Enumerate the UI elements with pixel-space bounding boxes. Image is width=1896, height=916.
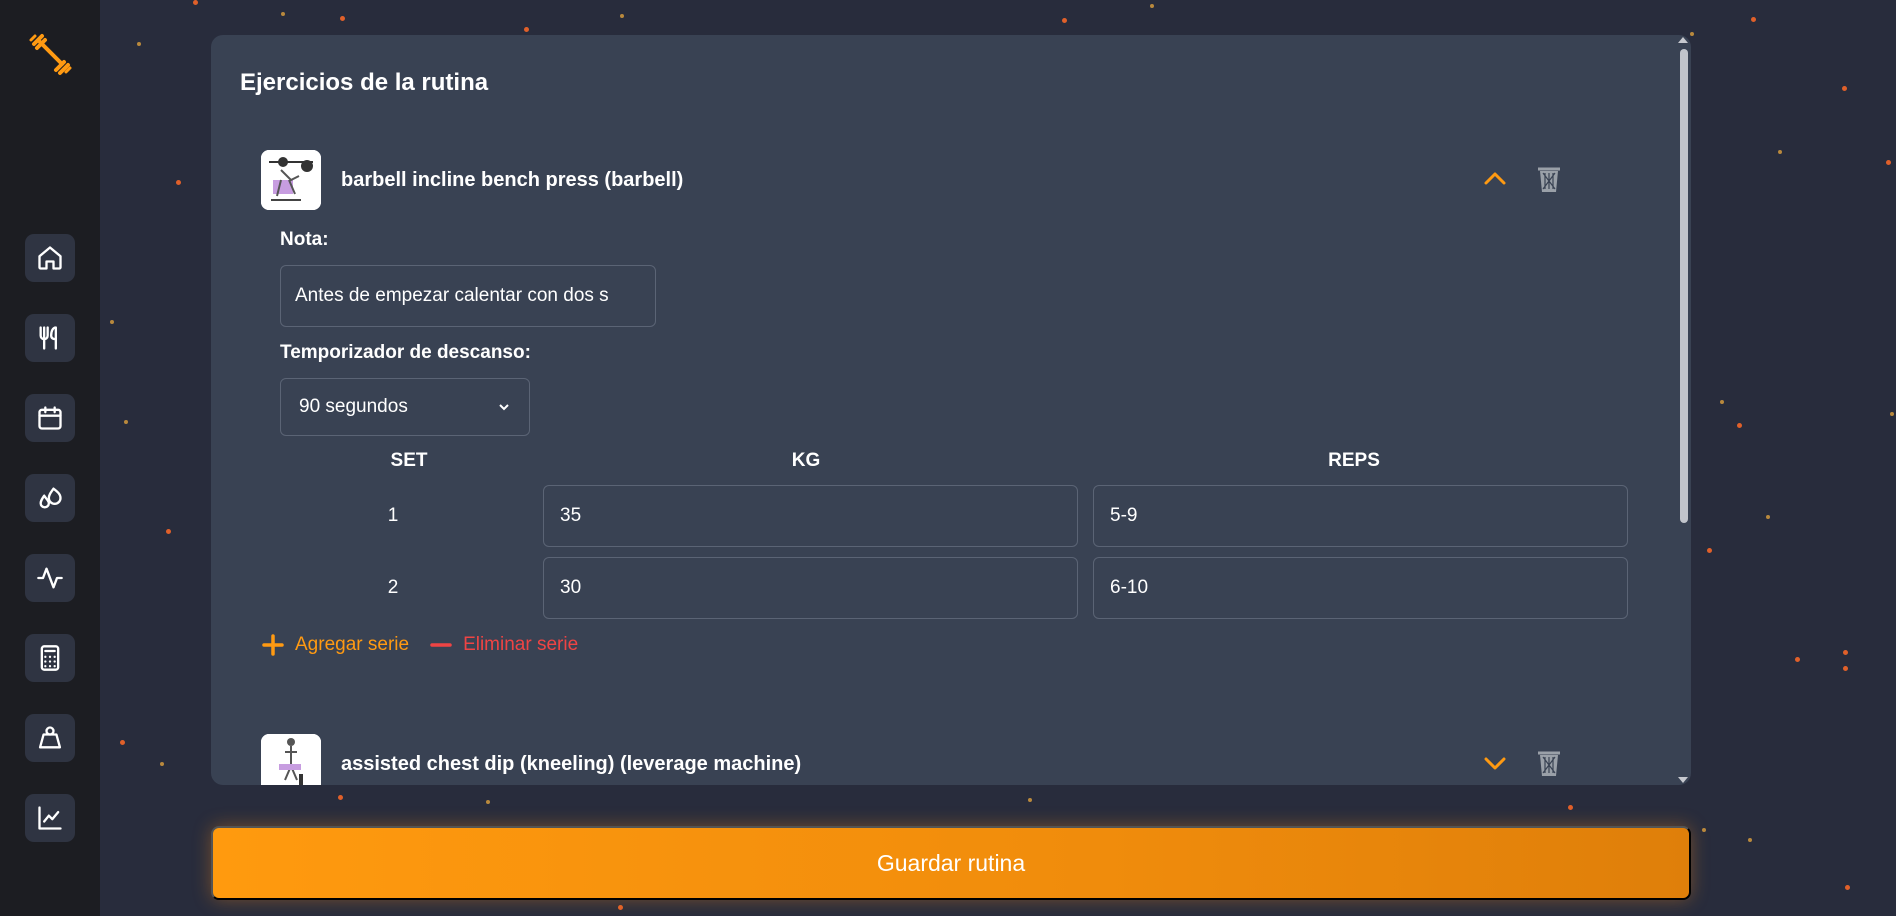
scroll-down-arrow-icon[interactable] — [1678, 777, 1688, 783]
kg-input[interactable]: 30 — [543, 557, 1078, 619]
exercise-thumbnail — [261, 150, 321, 210]
plus-icon — [262, 634, 284, 656]
calendar-icon — [38, 406, 62, 430]
panel-title: Ejercicios de la rutina — [240, 69, 489, 96]
sidebar-nav — [25, 234, 75, 842]
column-header-kg: KG — [791, 450, 821, 471]
sidebar-item-hydration[interactable] — [25, 474, 75, 522]
fork-knife-icon — [39, 326, 57, 350]
series-actions: Agregar serie Eliminar serie — [261, 633, 578, 657]
chevron-down-icon[interactable] — [1481, 749, 1509, 777]
rest-timer-select[interactable]: 90 segundos — [280, 378, 530, 436]
sidebar-item-progress[interactable] — [25, 794, 75, 842]
sidebar-item-weight[interactable] — [25, 714, 75, 762]
droplets-icon — [39, 487, 62, 509]
exercise-thumbnail — [261, 734, 321, 785]
weight-icon — [38, 726, 62, 749]
panel-scrollbar[interactable] — [1677, 35, 1691, 785]
add-set-label: Agregar serie — [295, 634, 410, 655]
minus-icon — [430, 643, 452, 647]
rest-timer-label: Temporizador de descanso: — [280, 342, 531, 363]
save-routine-button[interactable]: Guardar rutina — [211, 826, 1691, 900]
scroll-up-arrow-icon[interactable] — [1678, 37, 1688, 43]
line-chart-icon — [38, 806, 62, 830]
sidebar-item-activity[interactable] — [25, 554, 75, 602]
note-label: Nota: — [280, 229, 329, 250]
chevron-down-icon — [499, 404, 509, 411]
rest-timer-value: 90 segundos — [299, 396, 408, 417]
sidebar-item-calculator[interactable] — [25, 634, 75, 682]
routine-exercises-panel[interactable]: Ejercicios de la rutina barbell incline … — [211, 35, 1691, 785]
scroll-thumb[interactable] — [1680, 49, 1688, 523]
exercise-header[interactable]: barbell incline bench press (barbell) — [261, 150, 1641, 210]
set-number: 2 — [387, 577, 399, 598]
chevron-up-icon[interactable] — [1481, 165, 1509, 193]
home-icon — [38, 246, 62, 270]
reps-input[interactable]: 6-10 — [1093, 557, 1628, 619]
column-header-set: SET — [390, 450, 428, 471]
column-header-reps: REPS — [1328, 450, 1380, 471]
kg-input[interactable]: 35 — [543, 485, 1078, 547]
calculator-icon — [40, 645, 60, 671]
exercise-header[interactable]: assisted chest dip (kneeling) (leverage … — [261, 734, 1641, 785]
trash-icon[interactable] — [1535, 748, 1563, 778]
barbell-logo-icon[interactable] — [28, 32, 72, 76]
add-set-button[interactable]: Agregar serie — [261, 633, 409, 657]
remove-set-button[interactable]: Eliminar serie — [429, 633, 578, 657]
sidebar — [0, 0, 100, 916]
remove-set-label: Eliminar serie — [463, 634, 579, 655]
sidebar-item-home[interactable] — [25, 234, 75, 282]
reps-input[interactable]: 5-9 — [1093, 485, 1628, 547]
exercise-name: assisted chest dip (kneeling) (leverage … — [341, 752, 802, 775]
set-number: 1 — [387, 505, 399, 526]
exercise-name: barbell incline bench press (barbell) — [341, 168, 684, 191]
sidebar-item-nutrition[interactable] — [25, 314, 75, 362]
sidebar-item-calendar[interactable] — [25, 394, 75, 442]
note-input[interactable]: Antes de empezar calentar con dos s — [280, 265, 656, 327]
trash-icon[interactable] — [1535, 164, 1563, 194]
activity-pulse-icon — [37, 567, 63, 589]
